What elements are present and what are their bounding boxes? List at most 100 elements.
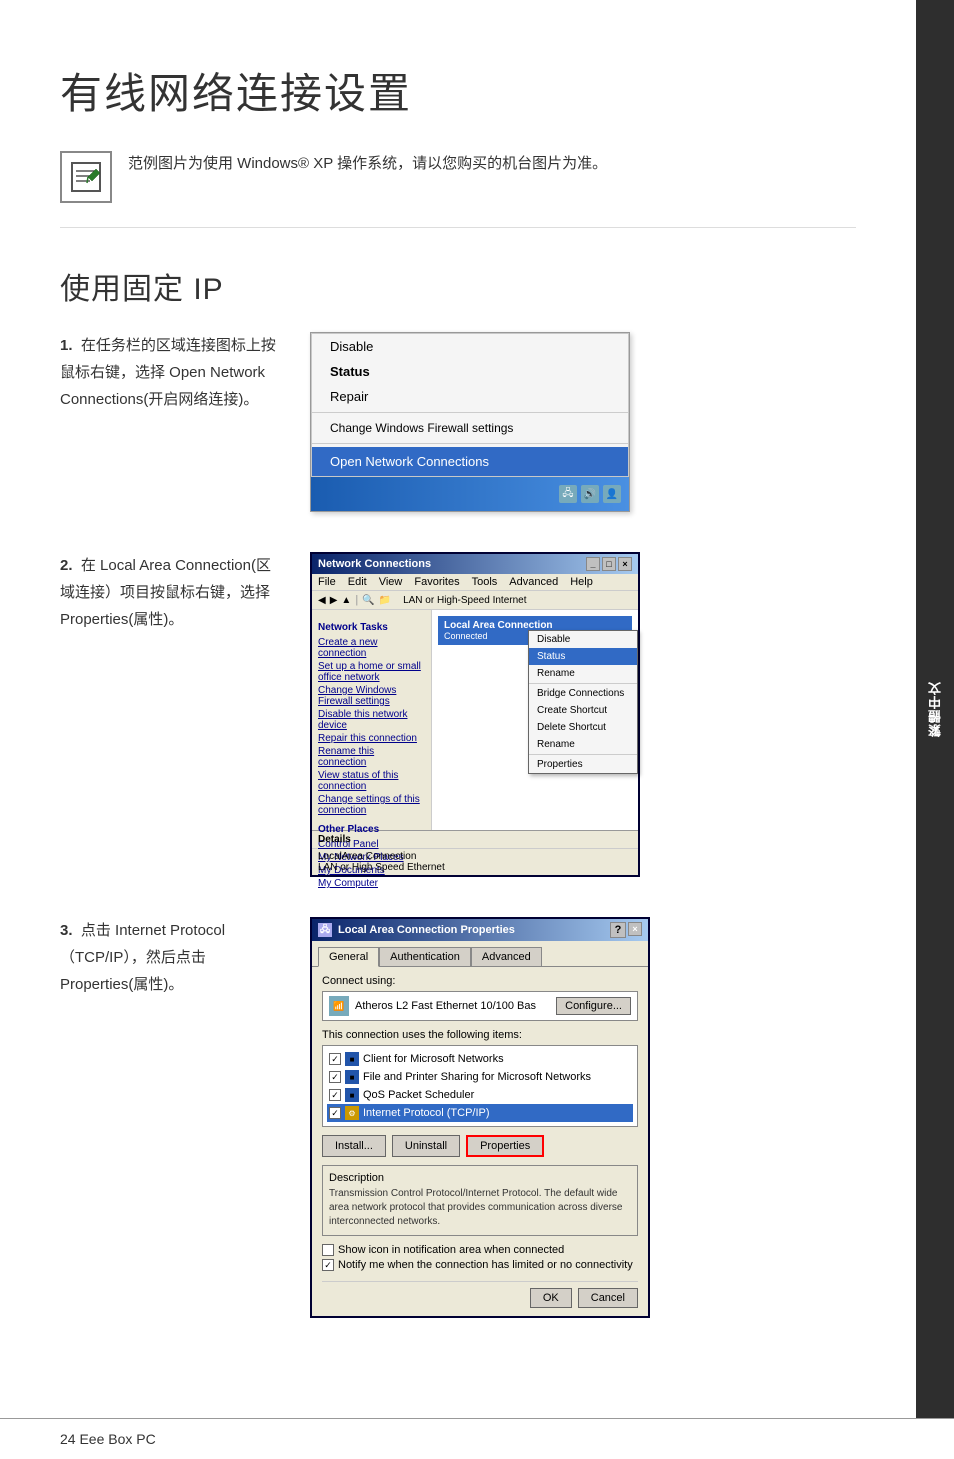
nc-task-repair[interactable]: Repair this connection — [318, 733, 425, 744]
nc-ctx-rename[interactable]: Rename — [529, 665, 637, 682]
taskbar-area: 🖧 🔊 👤 — [311, 477, 629, 511]
cm-disable[interactable]: Disable — [312, 334, 628, 359]
prop-adapter-row: 📶 Atheros L2 Fast Ethernet 10/100 Bas Co… — [322, 991, 638, 1021]
prop-notify-row: Notify me when the connection has limite… — [322, 1259, 638, 1271]
prop-close[interactable]: × — [628, 922, 642, 936]
prop-tabs: General Authentication Advanced — [312, 941, 648, 966]
nc-titlebar: Network Connections _ □ × — [312, 554, 638, 574]
note-box: 范例图片为使用 Windows® XP 操作系统，请以您购买的机台图片为准。 — [60, 151, 856, 228]
prop-item-2-icon: ■ — [345, 1088, 359, 1102]
nc-ctx-div2 — [529, 754, 637, 755]
prop-item-1-label: File and Printer Sharing for Microsoft N… — [363, 1071, 591, 1083]
step-3-description: 3. 点击 Internet Protocol（TCP/IP），然后点击 Pro… — [60, 917, 280, 998]
nc-toolbar-back[interactable]: ◀ — [318, 595, 326, 606]
nc-toolbar-up[interactable]: ▲ — [341, 595, 351, 606]
context-menu-wrapper: Disable Status Repair Change Windows Fir… — [310, 332, 630, 512]
nc-ctx-properties[interactable]: Properties — [529, 756, 637, 773]
prop-icon: 🖧 — [318, 923, 332, 937]
nc-task-create[interactable]: Create a new connection — [318, 637, 425, 659]
nc-ctx-div1 — [529, 683, 637, 684]
step-1-screenshot: Disable Status Repair Change Windows Fir… — [310, 332, 856, 512]
prop-properties-btn[interactable]: Properties — [466, 1135, 544, 1157]
prop-configure-btn[interactable]: Configure... — [556, 997, 631, 1015]
prop-connect-using-label: Connect using: — [322, 975, 638, 987]
step-2-screenshot: Network Connections _ □ × File Edit View… — [310, 552, 856, 877]
nc-main: Local Area Connection Connected Disable … — [432, 610, 638, 830]
side-tab-text: 繁體中文 — [926, 681, 945, 737]
nc-maximize[interactable]: □ — [602, 557, 616, 571]
prop-item-1: ■ File and Printer Sharing for Microsoft… — [327, 1068, 633, 1086]
nc-sidebar-network-tasks-label: Network Tasks — [318, 622, 425, 633]
nc-task-rename[interactable]: Rename this connection — [318, 746, 425, 768]
prop-item-3[interactable]: ⚙ Internet Protocol (TCP/IP) — [327, 1104, 633, 1122]
nc-place-computer[interactable]: My Computer — [318, 878, 425, 889]
page-wrapper: 有线网络连接设置 范例图片为使用 Windows® XP 操作系统，请以您购买的… — [0, 0, 954, 1418]
nc-toolbar-label: LAN or High-Speed Internet — [403, 595, 526, 606]
nc-task-settings[interactable]: Change settings of this connection — [318, 794, 425, 816]
prop-item-0: ■ Client for Microsoft Networks — [327, 1050, 633, 1068]
prop-show-icon-checkbox[interactable] — [322, 1244, 334, 1256]
prop-tab-advanced[interactable]: Advanced — [471, 947, 542, 966]
nc-toolbar-search[interactable]: 🔍 — [362, 595, 374, 606]
nc-toolbar-forward[interactable]: ▶ — [330, 595, 338, 606]
nc-menu-advanced[interactable]: Advanced — [509, 576, 558, 588]
prop-show-icon-row: Show icon in notification area when conn… — [322, 1244, 638, 1256]
section-title: 使用固定 IP — [60, 264, 856, 308]
cm-change-fw[interactable]: Change Windows Firewall settings — [312, 416, 628, 440]
step-2-text: 2. 在 Local Area Connection(区域连接）项目按鼠标右键，… — [60, 552, 280, 633]
nc-ctx-shortcut[interactable]: Create Shortcut — [529, 702, 637, 719]
nc-toolbar-folders[interactable]: 📁 — [379, 595, 391, 606]
prop-cancel-btn[interactable]: Cancel — [578, 1288, 638, 1308]
nc-menu-file[interactable]: File — [318, 576, 336, 588]
prop-adapter-icon: 📶 — [329, 996, 349, 1016]
nc-menu-favorites[interactable]: Favorites — [414, 576, 459, 588]
nc-close[interactable]: × — [618, 557, 632, 571]
prop-titlebar-left: 🖧 Local Area Connection Properties — [318, 923, 515, 937]
nc-ctx-rename2[interactable]: Rename — [529, 736, 637, 753]
prop-item-0-checkbox[interactable] — [329, 1053, 341, 1065]
prop-notify-checkbox[interactable] — [322, 1259, 334, 1271]
nc-task-fw[interactable]: Change Windows Firewall settings — [318, 685, 425, 707]
prop-item-3-icon: ⚙ — [345, 1106, 359, 1120]
prop-title: Local Area Connection Properties — [338, 924, 515, 936]
prop-help[interactable]: ? — [610, 922, 626, 938]
prop-ok-btn[interactable]: OK — [530, 1288, 572, 1308]
cm-open-nc[interactable]: Open Network Connections — [312, 447, 628, 476]
prop-tab-auth[interactable]: Authentication — [379, 947, 471, 966]
nc-menu-tools[interactable]: Tools — [472, 576, 498, 588]
prop-item-0-icon: ■ — [345, 1052, 359, 1066]
prop-item-1-checkbox[interactable] — [329, 1071, 341, 1083]
nc-menu-help[interactable]: Help — [570, 576, 593, 588]
cm-repair[interactable]: Repair — [312, 384, 628, 409]
context-menu: Disable Status Repair Change Windows Fir… — [311, 333, 629, 477]
footer-text: 24 Eee Box PC — [60, 1431, 156, 1447]
nc-toolbar-separator: | — [355, 594, 358, 606]
prop-item-3-label: Internet Protocol (TCP/IP) — [363, 1107, 490, 1119]
nc-menu-view[interactable]: View — [379, 576, 403, 588]
nc-body: Network Tasks Create a new connection Se… — [312, 610, 638, 830]
nc-toolbar: ◀ ▶ ▲ | 🔍 📁 LAN or High-Speed Internet — [312, 591, 638, 610]
step-1-text: 1. 在任务栏的区域连接图标上按鼠标右键，选择 Open Network Con… — [60, 332, 280, 413]
nc-ctx-status[interactable]: Status — [529, 648, 637, 665]
nc-task-home[interactable]: Set up a home or small office network — [318, 661, 425, 683]
nc-task-disable[interactable]: Disable this network device — [318, 709, 425, 731]
nc-statusbar: LocalArea Connection LAN or High Speed E… — [312, 848, 638, 875]
cm-divider — [312, 412, 628, 413]
nc-menu-edit[interactable]: Edit — [348, 576, 367, 588]
cm-status[interactable]: Status — [312, 359, 628, 384]
step-2: 2. 在 Local Area Connection(区域连接）项目按鼠标右键，… — [60, 552, 856, 877]
prop-item-2: ■ QoS Packet Scheduler — [327, 1086, 633, 1104]
nc-ctx-bridge[interactable]: Bridge Connections — [529, 685, 637, 702]
prop-tab-general[interactable]: General — [318, 947, 379, 967]
prop-item-1-icon: ■ — [345, 1070, 359, 1084]
nc-minimize[interactable]: _ — [586, 557, 600, 571]
nc-task-status[interactable]: View status of this connection — [318, 770, 425, 792]
nc-ctx-disable[interactable]: Disable — [529, 631, 637, 648]
properties-dialog: 🖧 Local Area Connection Properties ? × G… — [310, 917, 650, 1318]
prop-controls: ? × — [610, 922, 642, 938]
prop-item-2-checkbox[interactable] — [329, 1089, 341, 1101]
prop-install-btn[interactable]: Install... — [322, 1135, 386, 1157]
prop-uninstall-btn[interactable]: Uninstall — [392, 1135, 460, 1157]
prop-item-3-checkbox[interactable] — [329, 1107, 341, 1119]
nc-ctx-delete[interactable]: Delete Shortcut — [529, 719, 637, 736]
